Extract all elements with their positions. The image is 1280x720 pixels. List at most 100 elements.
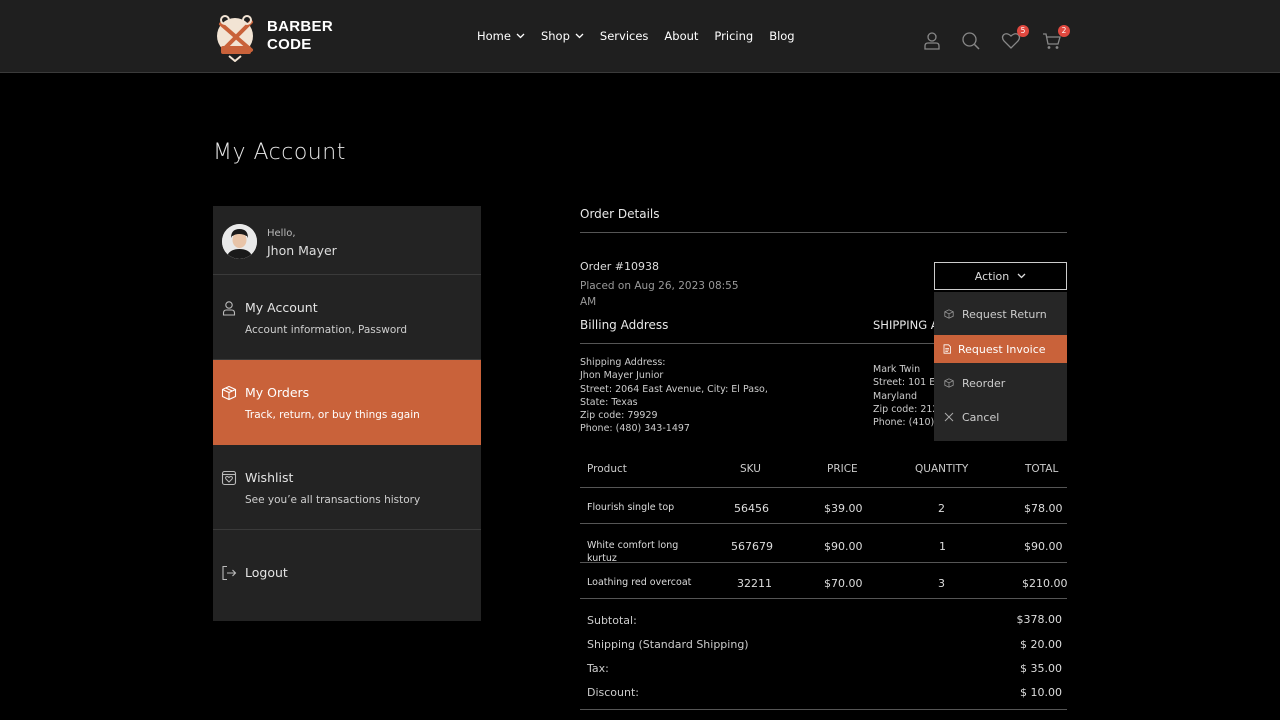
heart-box-icon	[221, 470, 237, 486]
user-name: Jhon Mayer	[267, 243, 337, 258]
logout-label: Logout	[245, 565, 288, 580]
address-line: Jhon Mayer Junior	[580, 370, 664, 382]
address-line: Zip code: 2128	[873, 403, 934, 415]
menu-item-request-invoice[interactable]: Request Invoice	[934, 335, 1067, 363]
tax-label: Tax:	[587, 662, 609, 675]
sidebar-item-wishlist[interactable]: Wishlist See you’e all transactions hist…	[213, 445, 481, 530]
reorder-icon	[944, 378, 954, 388]
account-icon[interactable]	[922, 31, 942, 51]
shipping-address-title: SHIPPING ADDRESS	[873, 318, 934, 332]
wishlist-heart-icon[interactable]: 5	[1001, 25, 1029, 51]
order-details-title: Order Details	[580, 207, 660, 221]
divider	[580, 562, 1067, 563]
chevron-down-icon	[516, 33, 525, 39]
nav-blog[interactable]: Blog	[769, 29, 794, 43]
box-icon	[221, 385, 237, 401]
divider	[580, 709, 1067, 710]
sidebar-item-title: My Orders	[245, 385, 310, 400]
greeting-label: Hello,	[267, 228, 296, 239]
sidebar-item-subtitle: Account information, Password	[245, 324, 408, 336]
col-header-product: Product	[587, 463, 627, 475]
menu-item-cancel[interactable]: Cancel	[934, 403, 1067, 431]
address-line: Zip code: 79929	[580, 410, 658, 422]
account-sidebar: Hello, Jhon Mayer My Account Account inf…	[213, 206, 481, 621]
user-greeting: Hello, Jhon Mayer	[213, 206, 481, 275]
cell-quantity: 3	[938, 577, 945, 590]
brand-line-1: BARBER	[267, 18, 333, 35]
cell-sku: 56456	[734, 502, 769, 515]
menu-item-label: Reorder	[962, 376, 1006, 390]
billing-address-title: Billing Address	[580, 318, 669, 332]
nav-shop[interactable]: Shop	[541, 29, 584, 43]
action-menu: Request Return Request Invoice Reorder C…	[934, 292, 1067, 441]
cell-product: Flourish single top	[587, 502, 675, 513]
brand-name: BARBER CODE	[267, 18, 333, 54]
search-icon[interactable]	[961, 31, 981, 51]
address-line: State: Texas	[580, 396, 638, 408]
action-label: Action	[974, 269, 1010, 283]
avatar	[222, 224, 257, 259]
col-header-price: PRICE	[827, 463, 858, 475]
cell-quantity: 1	[939, 540, 946, 553]
sidebar-item-my-account[interactable]: My Account Account information, Password	[213, 275, 481, 360]
discount-value: $ 10.00	[1020, 686, 1062, 699]
address-line: Mark Twin	[873, 364, 921, 375]
sidebar-item-my-orders[interactable]: My Orders Track, return, or buy things a…	[213, 360, 481, 445]
chevron-down-icon	[575, 33, 584, 39]
nav-pricing[interactable]: Pricing	[714, 29, 753, 43]
brand-line-2: CODE	[267, 36, 312, 53]
close-icon	[944, 412, 954, 422]
cell-total: $78.00	[1024, 502, 1063, 515]
address-line: Street: 2064 East Avenue, City: El Paso,	[580, 383, 768, 395]
return-icon	[944, 309, 954, 319]
chevron-down-icon	[1017, 273, 1026, 279]
sidebar-item-subtitle: See you’e all transactions history	[245, 494, 421, 506]
user-icon	[222, 301, 236, 316]
nav-about[interactable]: About	[664, 29, 698, 43]
page-title: My Account	[213, 140, 346, 165]
address-line: Phone: (480) 343-1497	[580, 423, 690, 435]
tax-value: $ 35.00	[1020, 662, 1062, 675]
cart-count-badge: 2	[1058, 25, 1070, 37]
shipping-value: $ 20.00	[1020, 638, 1062, 651]
menu-item-label: Cancel	[962, 410, 1000, 424]
order-number: Order #10938	[580, 260, 659, 273]
wishlist-count-badge: 5	[1017, 25, 1029, 37]
cell-quantity: 2	[938, 502, 945, 515]
discount-label: Discount:	[587, 686, 639, 699]
logout-icon	[222, 565, 237, 581]
nav-home[interactable]: Home	[477, 29, 525, 43]
cell-total: $210.00	[1022, 577, 1068, 590]
barber-logo-icon	[217, 15, 253, 62]
menu-item-reorder[interactable]: Reorder	[934, 369, 1067, 397]
cell-price: $39.00	[824, 502, 863, 515]
cell-total: $90.00	[1024, 540, 1063, 553]
col-header-sku: SKU	[740, 463, 761, 475]
document-icon	[943, 344, 951, 354]
nav-services[interactable]: Services	[600, 29, 649, 43]
sidebar-item-logout[interactable]: Logout	[213, 530, 481, 616]
order-placed-date: Placed on Aug 26, 2023 08:55 AM	[580, 280, 739, 308]
cell-sku: 567679	[731, 540, 773, 553]
subtotal-value: $378.00	[1016, 613, 1063, 626]
sidebar-item-title: Wishlist	[245, 470, 294, 485]
shipping-address: Mark Twin Street: 101 E Jo Maryland Zip …	[873, 363, 934, 429]
sidebar-item-subtitle: Track, return, or buy things again	[245, 409, 420, 421]
nav-shop-label: Shop	[540, 29, 570, 43]
sidebar-item-title: My Account	[245, 300, 318, 315]
divider	[580, 523, 1067, 524]
col-header-total: TOTAL	[1025, 463, 1059, 475]
subtotal-label: Subtotal:	[587, 614, 637, 627]
divider	[580, 598, 1067, 599]
cell-price: $90.00	[824, 540, 863, 553]
cell-sku: 32211	[737, 577, 772, 590]
address-line: Phone: (410) 3	[873, 417, 934, 429]
cart-icon[interactable]: 2	[1042, 25, 1070, 51]
menu-item-request-return[interactable]: Request Return	[934, 300, 1067, 328]
address-line: Street: 101 E Jo	[873, 377, 934, 389]
address-line: Shipping Address:	[580, 357, 666, 368]
brand-logo[interactable]: BARBER CODE	[213, 10, 333, 62]
divider	[580, 232, 1067, 233]
shipping-label: Shipping (Standard Shipping)	[587, 638, 749, 651]
action-dropdown-button[interactable]: Action	[934, 262, 1067, 290]
